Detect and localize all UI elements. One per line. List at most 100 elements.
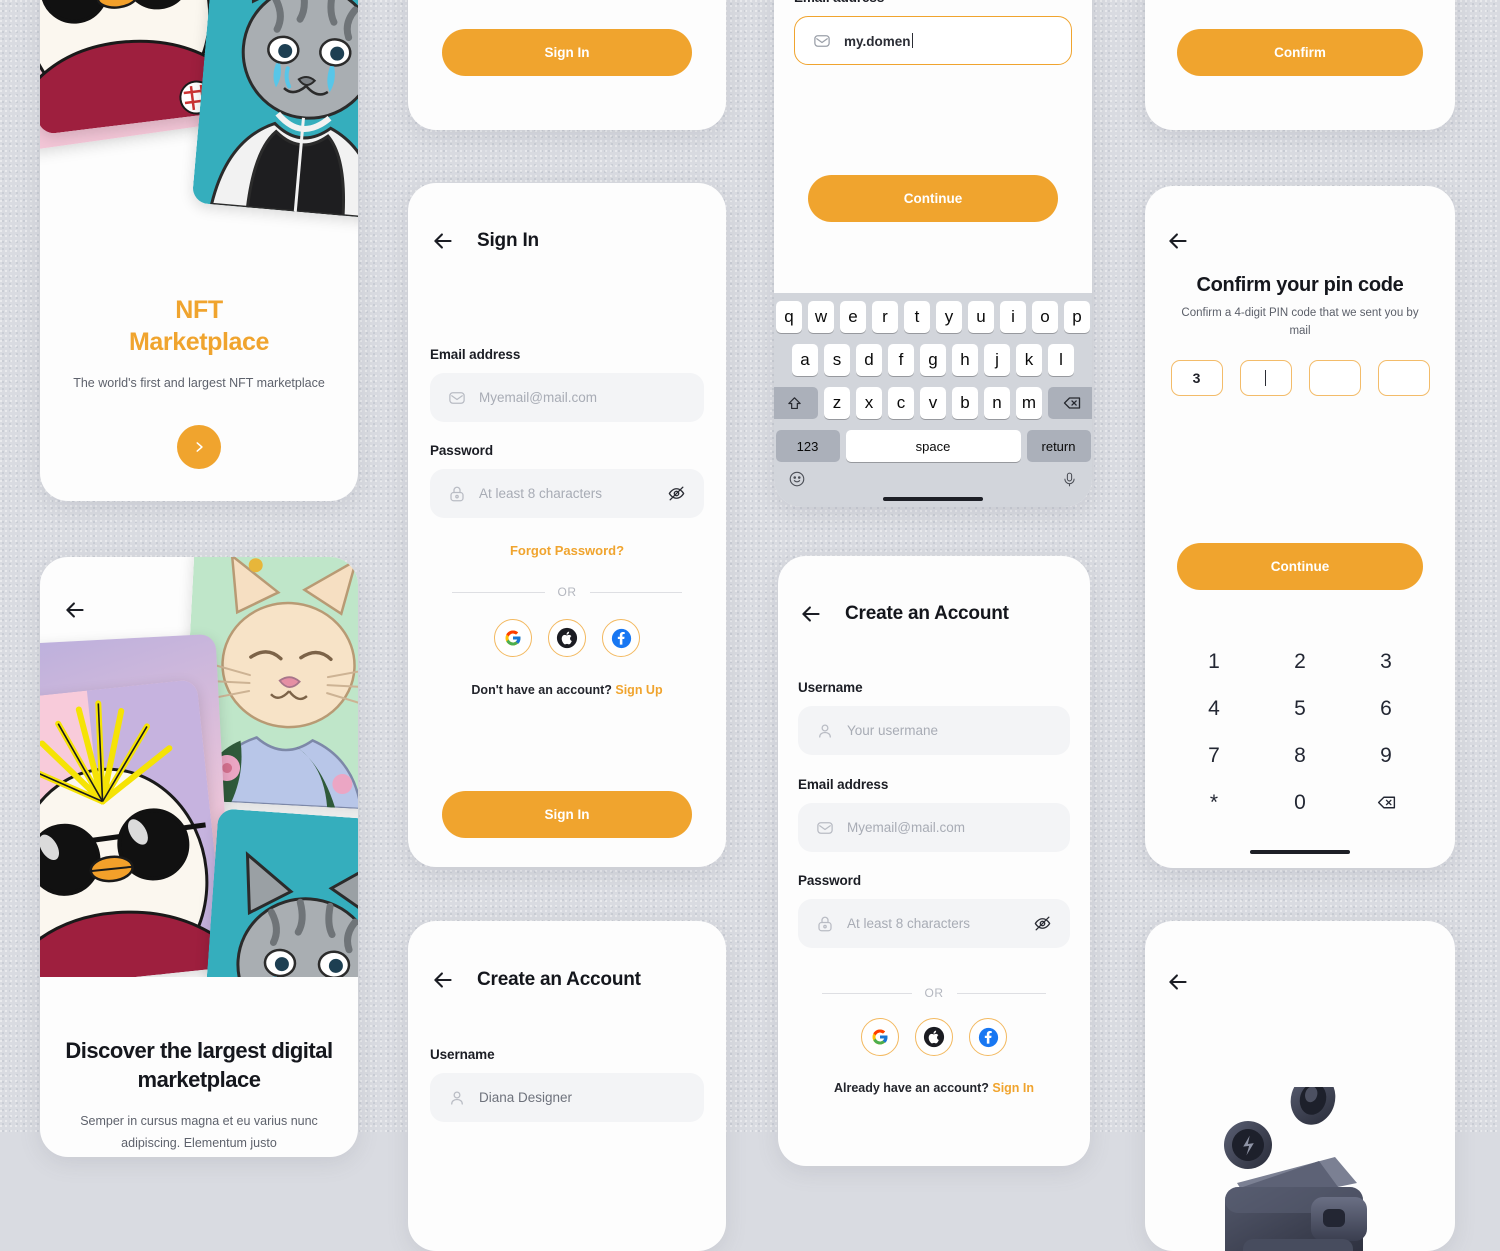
numpad-key-4[interactable]: 4 bbox=[1171, 685, 1257, 732]
onboarding-2-title: Discover the largest digital marketplace bbox=[65, 1038, 333, 1092]
pin-digit-4[interactable] bbox=[1377, 360, 1430, 396]
nft-crying-cat-illustration bbox=[191, 0, 358, 221]
key-u[interactable]: u bbox=[968, 301, 994, 333]
keyboard-row-4: 123 space return bbox=[775, 430, 1091, 462]
emoji-icon[interactable] bbox=[788, 470, 806, 488]
forgot-password-link[interactable]: Forgot Password? bbox=[408, 543, 726, 558]
key-o[interactable]: o bbox=[1032, 301, 1058, 333]
signin-submit-button-partial[interactable]: Sign In bbox=[442, 29, 692, 76]
eye-off-icon[interactable] bbox=[1033, 914, 1052, 933]
key-d[interactable]: d bbox=[856, 344, 882, 376]
key-a[interactable]: a bbox=[792, 344, 818, 376]
password-field[interactable]: At least 8 characters bbox=[798, 899, 1070, 948]
social-login-group bbox=[408, 619, 726, 657]
key-y[interactable]: y bbox=[936, 301, 962, 333]
confirm-button-partial[interactable]: Confirm bbox=[1177, 29, 1423, 76]
facebook-signin-button[interactable] bbox=[969, 1018, 1007, 1056]
username-field[interactable]: Your usermane bbox=[798, 706, 1070, 755]
numpad-key-0[interactable]: 0 bbox=[1257, 779, 1343, 826]
numbers-key[interactable]: 123 bbox=[775, 430, 840, 462]
numpad-key-asterisk[interactable]: * bbox=[1171, 779, 1257, 826]
numpad-key-backspace[interactable] bbox=[1343, 779, 1429, 826]
numpad-key-2[interactable]: 2 bbox=[1257, 638, 1343, 685]
numpad-key-3[interactable]: 3 bbox=[1343, 638, 1429, 685]
username-label: Username bbox=[798, 680, 863, 695]
onboarding-next-button[interactable] bbox=[177, 424, 221, 469]
key-x[interactable]: x bbox=[856, 387, 882, 419]
numpad-key-6[interactable]: 6 bbox=[1343, 685, 1429, 732]
arrow-left-icon[interactable] bbox=[798, 601, 824, 627]
google-signin-button[interactable] bbox=[494, 619, 532, 657]
key-n[interactable]: n bbox=[984, 387, 1010, 419]
key-e[interactable]: e bbox=[840, 301, 866, 333]
pin-digit-3[interactable] bbox=[1308, 360, 1361, 396]
key-i[interactable]: i bbox=[1000, 301, 1026, 333]
email-label: Email address bbox=[430, 347, 521, 362]
arrow-left-icon[interactable] bbox=[430, 228, 456, 254]
numpad-key-9[interactable]: 9 bbox=[1343, 732, 1429, 779]
facebook-signin-button[interactable] bbox=[602, 619, 640, 657]
numpad-key-8[interactable]: 8 bbox=[1257, 732, 1343, 779]
email-field[interactable]: Myemail@mail.com bbox=[430, 373, 704, 422]
signup-link[interactable]: Sign Up bbox=[615, 683, 662, 697]
backspace-key[interactable] bbox=[1048, 387, 1092, 419]
key-g[interactable]: g bbox=[920, 344, 946, 376]
shift-key[interactable] bbox=[774, 387, 818, 419]
username-field[interactable]: Diana Designer bbox=[430, 1073, 704, 1122]
divider-line-left bbox=[822, 992, 912, 994]
key-f[interactable]: f bbox=[888, 344, 914, 376]
continue-button[interactable]: Continue bbox=[808, 175, 1058, 222]
signin-link[interactable]: Sign In bbox=[992, 1081, 1034, 1095]
key-s[interactable]: s bbox=[824, 344, 850, 376]
3d-wallet-with-coins-illustration bbox=[1224, 1087, 1367, 1251]
pin-digit-2[interactable] bbox=[1239, 360, 1292, 396]
password-field[interactable]: At least 8 characters bbox=[430, 469, 704, 518]
key-w[interactable]: w bbox=[808, 301, 834, 333]
email-field-focused[interactable]: my.domen bbox=[794, 16, 1072, 65]
key-z[interactable]: z bbox=[824, 387, 850, 419]
arrow-left-icon[interactable] bbox=[430, 967, 456, 993]
wallet-card-partial bbox=[1145, 921, 1455, 1251]
pin-continue-button[interactable]: Continue bbox=[1177, 543, 1423, 590]
pin-back-button[interactable] bbox=[1165, 228, 1191, 259]
signup-prompt-text: Don't have an account? bbox=[471, 683, 616, 697]
key-t[interactable]: t bbox=[904, 301, 930, 333]
microphone-icon[interactable] bbox=[1061, 471, 1078, 488]
return-key[interactable]: return bbox=[1026, 430, 1091, 462]
email-field[interactable]: Myemail@mail.com bbox=[798, 803, 1070, 852]
create-account-header: Create an Account bbox=[798, 601, 1009, 627]
wallet-back-button[interactable] bbox=[1165, 969, 1191, 1000]
key-l[interactable]: l bbox=[1048, 344, 1074, 376]
numpad-key-7[interactable]: 7 bbox=[1171, 732, 1257, 779]
keyboard-footer bbox=[778, 468, 1088, 488]
key-c[interactable]: c bbox=[888, 387, 914, 419]
key-j[interactable]: j bbox=[984, 344, 1010, 376]
key-m[interactable]: m bbox=[1016, 387, 1042, 419]
key-q[interactable]: q bbox=[776, 301, 802, 333]
onboarding-2-back-button[interactable] bbox=[62, 597, 88, 628]
pin-digit-1[interactable]: 3 bbox=[1170, 360, 1223, 396]
key-b[interactable]: b bbox=[952, 387, 978, 419]
user-icon bbox=[819, 724, 831, 738]
shift-icon bbox=[787, 396, 801, 409]
onboarding-1-subtitle: The world's first and largest NFT market… bbox=[73, 376, 325, 390]
key-p[interactable]: p bbox=[1064, 301, 1090, 333]
or-divider: OR bbox=[822, 986, 1046, 1000]
key-v[interactable]: v bbox=[920, 387, 946, 419]
key-k[interactable]: k bbox=[1016, 344, 1042, 376]
text-caret bbox=[1264, 370, 1267, 386]
nft-tile-crying-cat-2 bbox=[201, 808, 358, 977]
key-r[interactable]: r bbox=[872, 301, 898, 333]
apple-signin-button[interactable] bbox=[915, 1018, 953, 1056]
signin-submit-button[interactable]: Sign In bbox=[442, 791, 692, 838]
eye-off-icon[interactable] bbox=[667, 484, 686, 503]
apple-signin-button[interactable] bbox=[548, 619, 586, 657]
arrow-left-icon bbox=[1165, 969, 1191, 995]
numpad-key-5[interactable]: 5 bbox=[1257, 685, 1343, 732]
google-icon bbox=[872, 1029, 888, 1045]
space-key[interactable]: space bbox=[845, 430, 1021, 462]
divider-label: OR bbox=[557, 585, 577, 599]
google-signin-button[interactable] bbox=[861, 1018, 899, 1056]
key-h[interactable]: h bbox=[952, 344, 978, 376]
numpad-key-1[interactable]: 1 bbox=[1171, 638, 1257, 685]
